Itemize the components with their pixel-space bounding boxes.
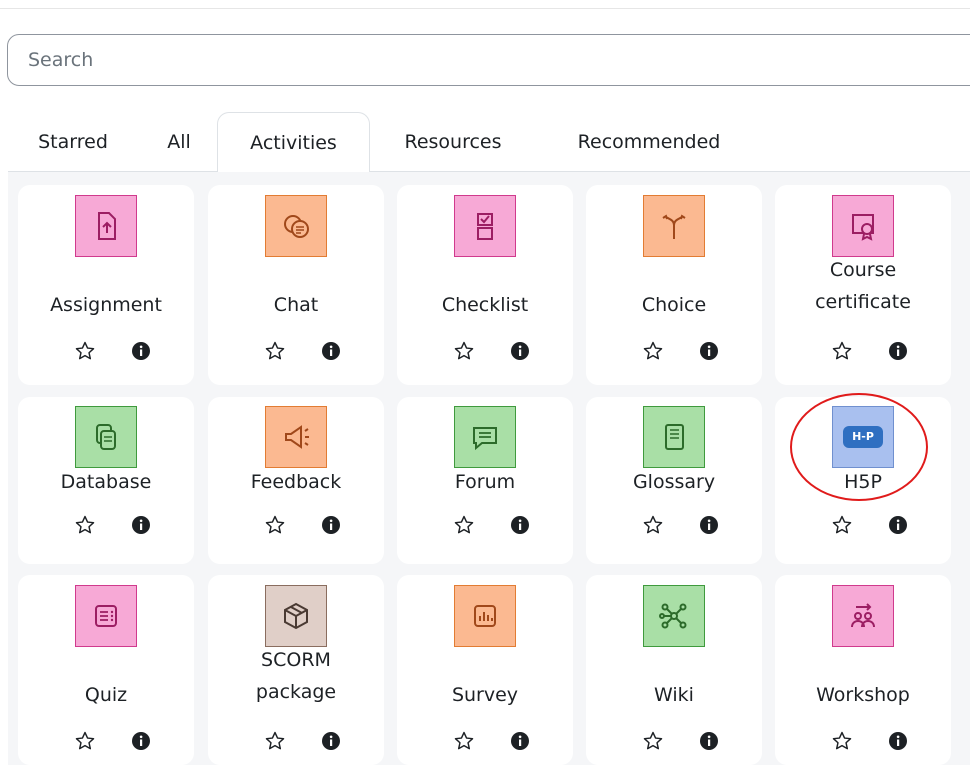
forum-icon	[454, 406, 516, 468]
activity-card-wiki[interactable]: Wiki	[586, 575, 762, 765]
activity-name: package	[255, 681, 337, 703]
activity-card-quiz[interactable]: Quiz	[18, 575, 194, 765]
star-icon[interactable]	[451, 728, 477, 754]
activity-card-h5p[interactable]: H-P H5P	[775, 397, 951, 564]
activity-card-feedback[interactable]: Feedback	[208, 397, 384, 564]
activity-card-assignment[interactable]: Assignment	[18, 185, 194, 385]
activity-name: Forum	[454, 471, 516, 493]
info-icon[interactable]	[885, 512, 911, 538]
info-icon[interactable]	[696, 338, 722, 364]
h5p-badge-text: H-P	[843, 426, 883, 448]
activity-name: Database	[60, 471, 152, 493]
tab-resources[interactable]: Resources	[394, 112, 512, 172]
activity-card-survey[interactable]: Survey	[397, 575, 573, 765]
star-icon[interactable]	[262, 512, 288, 538]
activity-card-choice[interactable]: Choice	[586, 185, 762, 385]
top-divider	[0, 8, 970, 9]
activity-grid: Assignment Chat Checklist Choice Course certi…	[8, 172, 970, 765]
quiz-icon	[75, 585, 137, 647]
database-icon	[75, 406, 137, 468]
info-icon[interactable]	[507, 728, 533, 754]
activity-card-chat[interactable]: Chat	[208, 185, 384, 385]
activity-name: Workshop	[816, 684, 910, 706]
info-icon[interactable]	[507, 338, 533, 364]
choice-icon	[643, 195, 705, 257]
workshop-icon	[832, 585, 894, 647]
activity-card-workshop[interactable]: Workshop	[775, 575, 951, 765]
star-icon[interactable]	[72, 338, 98, 364]
certificate-icon	[832, 195, 894, 257]
activity-name: Chat	[273, 294, 319, 316]
star-icon[interactable]	[829, 728, 855, 754]
activity-name: Checklist	[441, 294, 529, 316]
activity-name: certificate	[815, 291, 911, 313]
star-icon[interactable]	[451, 338, 477, 364]
scorm-package-icon	[265, 585, 327, 647]
activity-name: Wiki	[654, 684, 694, 706]
info-icon[interactable]	[696, 728, 722, 754]
activity-card-glossary[interactable]: Glossary	[586, 397, 762, 564]
star-icon[interactable]	[640, 338, 666, 364]
search-input[interactable]	[28, 45, 928, 75]
activity-card-certificate[interactable]: Course certificate	[775, 185, 951, 385]
activity-name: Choice	[641, 294, 707, 316]
activity-name: Quiz	[84, 684, 128, 706]
info-icon[interactable]	[128, 728, 154, 754]
activity-name: Survey	[451, 684, 519, 706]
info-icon[interactable]	[128, 338, 154, 364]
activity-card-forum[interactable]: Forum	[397, 397, 573, 564]
star-icon[interactable]	[640, 512, 666, 538]
wiki-icon	[643, 585, 705, 647]
assignment-icon	[75, 195, 137, 257]
info-icon[interactable]	[318, 338, 344, 364]
star-icon[interactable]	[451, 512, 477, 538]
tab-starred[interactable]: Starred	[32, 112, 114, 172]
star-icon[interactable]	[72, 728, 98, 754]
info-icon[interactable]	[507, 512, 533, 538]
feedback-icon	[265, 406, 327, 468]
search-box[interactable]	[7, 34, 970, 86]
survey-icon	[454, 585, 516, 647]
activity-card-checklist[interactable]: Checklist	[397, 185, 573, 385]
chat-icon	[265, 195, 327, 257]
activity-tabs: Starred All Activities Resources Recomme…	[0, 112, 970, 172]
star-icon[interactable]	[829, 512, 855, 538]
star-icon[interactable]	[262, 728, 288, 754]
tab-recommended[interactable]: Recommended	[560, 112, 738, 172]
glossary-icon	[643, 406, 705, 468]
info-icon[interactable]	[885, 728, 911, 754]
activity-card-scorm-package[interactable]: SCORM package	[208, 575, 384, 765]
star-icon[interactable]	[72, 512, 98, 538]
info-icon[interactable]	[128, 512, 154, 538]
activity-name: H5P	[844, 471, 882, 493]
info-icon[interactable]	[318, 728, 344, 754]
h5p-icon: H-P	[832, 406, 894, 468]
activity-card-database[interactable]: Database	[18, 397, 194, 564]
tab-all[interactable]: All	[164, 112, 194, 172]
activity-name: SCORM	[261, 649, 331, 671]
info-icon[interactable]	[885, 338, 911, 364]
activity-name: Assignment	[50, 294, 162, 316]
activity-name: Course	[829, 259, 897, 281]
activity-name: Feedback	[250, 471, 342, 493]
info-icon[interactable]	[318, 512, 344, 538]
star-icon[interactable]	[829, 338, 855, 364]
star-icon[interactable]	[640, 728, 666, 754]
tab-activities[interactable]: Activities	[217, 112, 370, 172]
info-icon[interactable]	[696, 512, 722, 538]
star-icon[interactable]	[262, 338, 288, 364]
checklist-icon	[454, 195, 516, 257]
activity-name: Glossary	[632, 471, 716, 493]
